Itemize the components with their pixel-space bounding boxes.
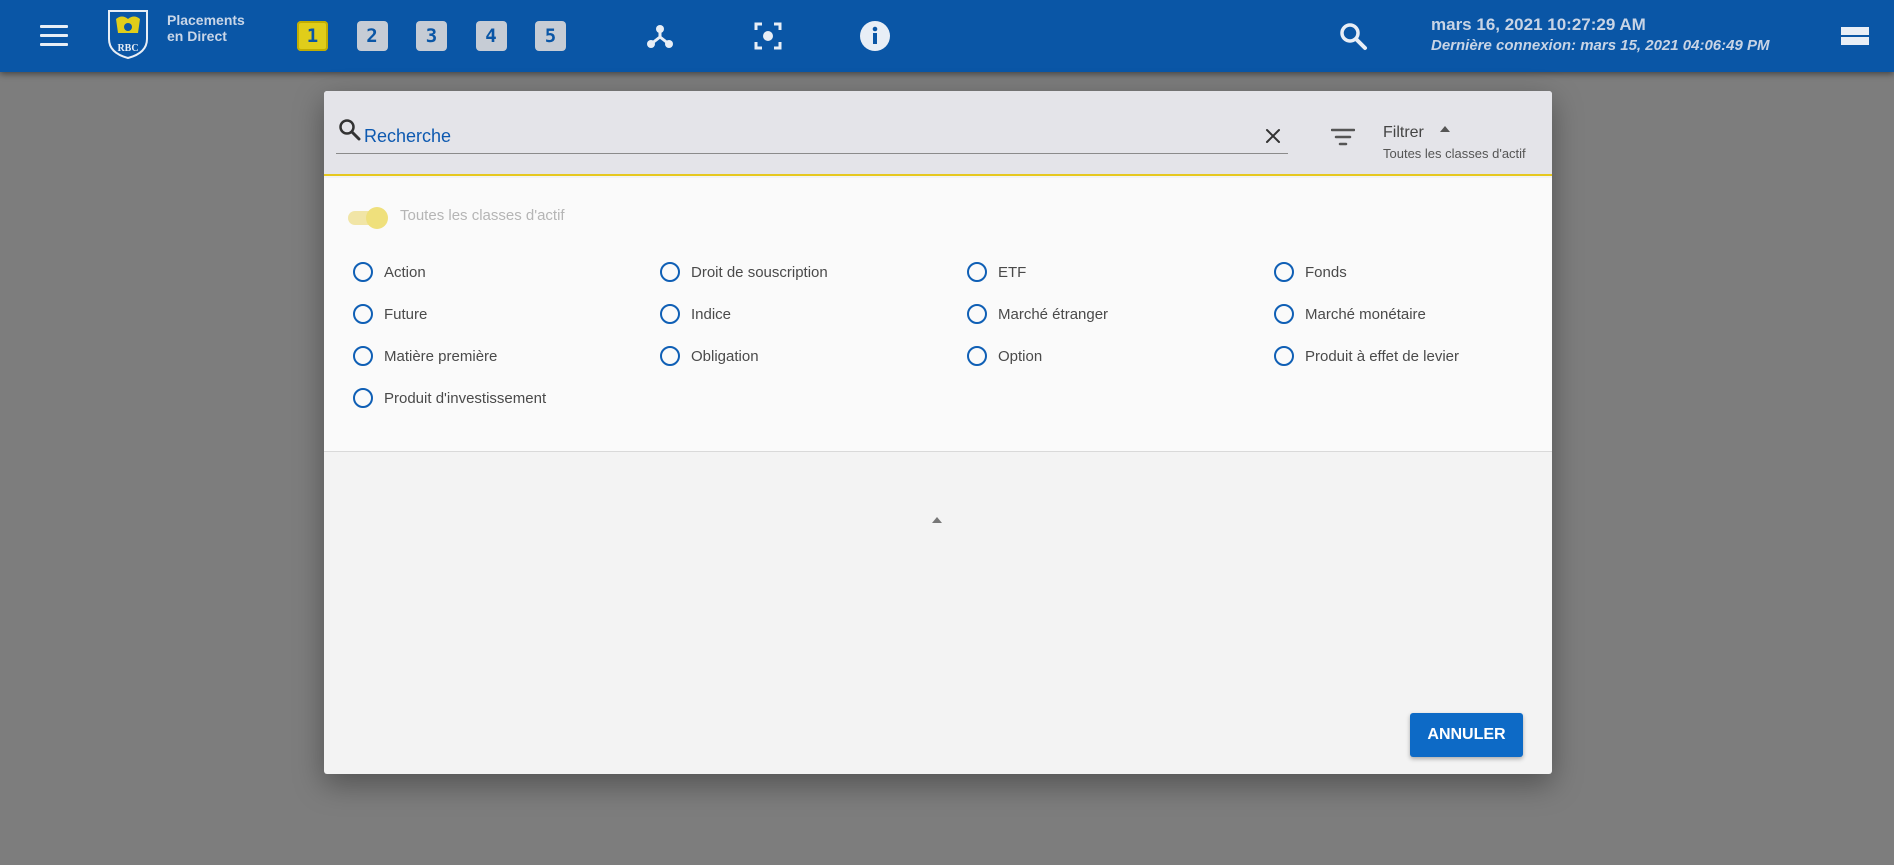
filter-subtitle: Toutes les classes d'actif [1383, 146, 1526, 161]
info-icon[interactable] [859, 20, 891, 52]
workspace-tab-3[interactable]: 3 [416, 21, 447, 51]
search-input[interactable] [364, 124, 1264, 148]
radio-button[interactable] [660, 304, 680, 324]
option-label: Marché étranger [998, 305, 1109, 323]
brand-line2: en Direct [167, 28, 227, 44]
option-label: Marché monétaire [1305, 305, 1426, 323]
filter-button[interactable]: Filtrer Toutes les classes d'actif [1330, 119, 1531, 165]
option-marche-monetaire[interactable]: Marché monétaire [1274, 304, 1426, 324]
last-login: Dernière connexion: mars 15, 2021 04:06:… [1431, 37, 1770, 54]
menu-icon[interactable] [40, 25, 68, 47]
workspace-tab-4[interactable]: 4 [475, 21, 507, 51]
option-label: Action [384, 263, 426, 281]
option-action[interactable]: Action [353, 262, 426, 282]
radio-button[interactable] [1274, 262, 1294, 282]
option-option[interactable]: Option [967, 346, 1042, 366]
filter-title: Filtrer [1383, 124, 1424, 141]
option-produit-effet-levier[interactable]: Produit à effet de levier [1274, 346, 1459, 366]
option-label: Produit à effet de levier [1305, 347, 1459, 365]
option-label: Indice [691, 305, 732, 323]
workspace-tabs: 1 2 3 4 5 [297, 21, 595, 51]
clear-icon[interactable] [1264, 127, 1282, 145]
search-icon [337, 117, 363, 143]
workspace-tab-5[interactable]: 5 [535, 21, 566, 51]
radio-button[interactable] [967, 346, 987, 366]
search-header: Filtrer Toutes les classes d'actif [324, 91, 1552, 176]
current-datetime: mars 16, 2021 10:27:29 AM [1431, 15, 1646, 34]
radio-button[interactable] [353, 304, 373, 324]
option-label: Droit de souscription [691, 263, 828, 281]
option-label: Future [384, 305, 428, 323]
radio-button[interactable] [1274, 346, 1294, 366]
option-label: Matière première [384, 347, 498, 365]
option-label: Obligation [691, 347, 759, 365]
session-info: mars 16, 2021 10:27:29 AM Dernière conne… [1431, 15, 1770, 56]
caret-up-icon [1440, 126, 1450, 132]
option-label: ETF [998, 263, 1027, 281]
all-asset-classes-toggle[interactable] [346, 203, 390, 231]
search-underline [336, 153, 1288, 154]
radio-button[interactable] [967, 262, 987, 282]
search-dialog: Filtrer Toutes les classes d'actif Toute… [324, 91, 1552, 774]
option-label: Fonds [1305, 263, 1347, 281]
radio-button[interactable] [1274, 304, 1294, 324]
option-label: Produit d'investissement [384, 389, 547, 407]
radio-button[interactable] [967, 304, 987, 324]
brand-name: Placements en Direct [167, 12, 245, 44]
option-indice[interactable]: Indice [660, 304, 731, 324]
network-icon[interactable] [644, 20, 676, 52]
option-produit-investissement[interactable]: Produit d'investissement [353, 388, 546, 408]
option-fonds[interactable]: Fonds [1274, 262, 1347, 282]
radio-button[interactable] [353, 388, 373, 408]
option-etf[interactable]: ETF [967, 262, 1026, 282]
toggle-label: Toutes les classes d'actif [400, 207, 565, 224]
option-label: Option [998, 347, 1043, 365]
workspace-tab-1[interactable]: 1 [297, 21, 328, 51]
search-icon[interactable] [1337, 20, 1369, 52]
option-future[interactable]: Future [353, 304, 427, 324]
collapse-caret-icon[interactable] [932, 517, 942, 523]
option-marche-etranger[interactable]: Marché étranger [967, 304, 1108, 324]
filter-icon [1330, 127, 1356, 147]
top-bar: RBC Placements en Direct 1 2 3 4 5 mars … [0, 0, 1894, 72]
option-droit-de-souscription[interactable]: Droit de souscription [660, 262, 828, 282]
menu-collapse-icon[interactable] [1841, 27, 1869, 45]
svg-text:RBC: RBC [117, 43, 138, 54]
option-obligation[interactable]: Obligation [660, 346, 759, 366]
radio-button[interactable] [660, 262, 680, 282]
focus-icon[interactable] [752, 20, 784, 52]
radio-button[interactable] [353, 262, 373, 282]
radio-button[interactable] [353, 346, 373, 366]
option-matiere-premiere[interactable]: Matière première [353, 346, 497, 366]
workspace-tab-2[interactable]: 2 [356, 21, 388, 51]
rbc-logo: RBC [106, 9, 150, 60]
asset-class-panel: Toutes les classes d'actif Action Droit … [324, 178, 1552, 523]
cancel-button[interactable]: ANNULER [1410, 713, 1523, 757]
radio-button[interactable] [660, 346, 680, 366]
brand-line1: Placements [167, 12, 245, 28]
